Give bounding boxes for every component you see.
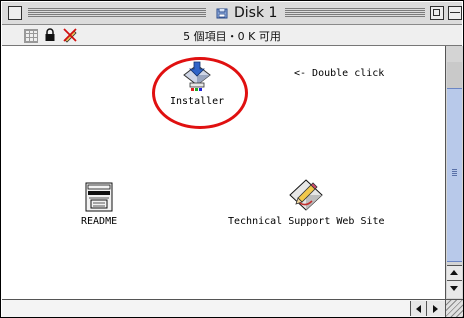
resize-grip[interactable] — [445, 299, 463, 317]
scroll-down-button[interactable] — [447, 280, 462, 298]
vertical-scrollbar[interactable] — [445, 46, 463, 299]
window-header: 5 個項目・0 K 可用 — [2, 25, 462, 46]
window-content: Installer <- Double click README Technic… — [2, 46, 445, 299]
web-site-label: Technical Support Web Site — [228, 216, 385, 227]
title-stripes-right — [285, 8, 425, 18]
finder-window: Disk 1 5 個項目・0 K 可用 Installer <- Double … — [0, 0, 464, 318]
close-box[interactable] — [8, 6, 22, 20]
left-arrow-icon — [416, 305, 421, 313]
web-link-icon — [289, 179, 323, 211]
window-title: Disk 1 — [210, 3, 282, 23]
highlight-circle — [152, 57, 248, 129]
right-arrow-icon — [433, 305, 438, 313]
vertical-scroll-thumb[interactable] — [447, 88, 462, 262]
title-bar[interactable]: Disk 1 — [2, 2, 462, 25]
horizontal-scrollbar[interactable] — [2, 299, 445, 317]
web-site-item[interactable]: Technical Support Web Site — [228, 176, 385, 227]
window-title-text: Disk 1 — [234, 5, 278, 21]
scroll-right-button[interactable] — [426, 301, 445, 316]
up-arrow-icon — [450, 270, 458, 275]
double-click-annotation: <- Double click — [294, 68, 385, 79]
title-stripes-left — [28, 8, 206, 18]
item-count-info: 5 個項目・0 K 可用 — [183, 30, 281, 43]
disk-icon — [216, 8, 228, 19]
zoom-box[interactable] — [430, 6, 444, 20]
scroll-left-button[interactable] — [410, 301, 426, 316]
readme-item[interactable]: README — [81, 180, 117, 227]
down-arrow-icon — [450, 286, 458, 291]
document-icon — [85, 182, 113, 212]
readme-label: README — [81, 216, 118, 227]
scroll-up-button[interactable] — [447, 265, 462, 280]
collapse-box[interactable] — [448, 6, 462, 20]
